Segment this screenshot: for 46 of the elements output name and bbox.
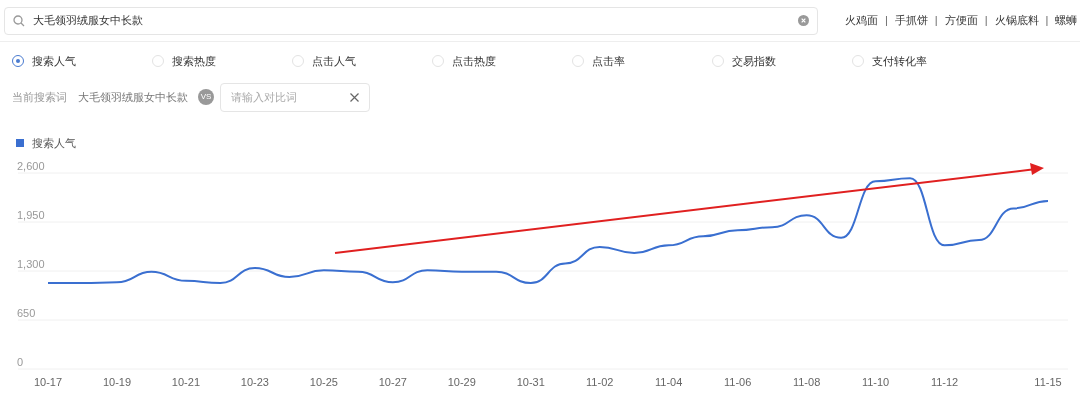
vs-badge: VS	[198, 89, 214, 105]
x-axis-label: 11-06	[724, 376, 752, 388]
radio-label[interactable]: 点击热度	[452, 52, 496, 70]
current-keyword-label: 当前搜索词	[12, 89, 67, 105]
x-axis-label: 10-23	[240, 376, 269, 388]
hot-search-link[interactable]: 火鸡面	[845, 12, 878, 29]
x-axis-label: 11-12	[930, 376, 959, 388]
x-axis-label: 10-27	[378, 376, 407, 388]
radio-label[interactable]: 点击人气	[312, 52, 356, 70]
compare-input[interactable]: 请输入对比词	[220, 82, 370, 112]
radio-label[interactable]: 支付转化率	[872, 52, 927, 70]
close-icon[interactable]	[350, 92, 359, 102]
separator: |	[1045, 13, 1049, 29]
radio-label[interactable]: 搜索人气	[32, 52, 76, 70]
separator: |	[984, 13, 988, 29]
legend-label: 搜索人气	[32, 137, 76, 149]
y-axis-label: 0	[17, 356, 24, 368]
x-axis-label: 11-08	[792, 376, 821, 388]
x-axis-label: 10-31	[516, 376, 545, 388]
x-axis-label: 10-21	[171, 376, 200, 388]
search-icon	[13, 14, 25, 27]
x-axis-label: 10-25	[309, 376, 338, 388]
y-axis-label: 650	[17, 307, 36, 319]
x-axis-label: 10-17	[33, 376, 63, 388]
x-axis-label: 11-02	[586, 376, 614, 388]
y-axis-label: 1,300	[17, 258, 45, 270]
hot-search-link[interactable]: 火锅底料	[994, 12, 1039, 29]
hot-search-link[interactable]: 螺蛳	[1055, 12, 1078, 29]
x-axis-label: 10-19	[102, 376, 132, 388]
radio-label[interactable]: 交易指数	[732, 52, 776, 70]
y-axis-label: 2,600	[17, 160, 45, 172]
current-keyword: 大毛领羽绒服女中长款	[78, 89, 188, 105]
x-axis-label: 11-04	[655, 376, 683, 388]
search-value: 大毛领羽绒服女中长款	[33, 13, 144, 29]
hot-search-link[interactable]: 手抓饼	[894, 12, 928, 29]
x-axis-label: 11-10	[861, 376, 890, 388]
radio-label[interactable]: 点击率	[592, 52, 625, 70]
radio-label[interactable]: 搜索热度	[172, 52, 216, 70]
clear-icon[interactable]	[798, 15, 809, 26]
y-axis-label: 1,950	[17, 209, 45, 221]
separator: |	[885, 13, 888, 29]
separator: |	[934, 13, 938, 29]
x-axis-label: 11-15	[1034, 376, 1062, 388]
hot-search-link[interactable]: 方便面	[944, 12, 978, 29]
search-field[interactable]: 大毛领羽绒服女中长款	[4, 6, 818, 35]
x-axis-label: 10-29	[447, 376, 476, 388]
